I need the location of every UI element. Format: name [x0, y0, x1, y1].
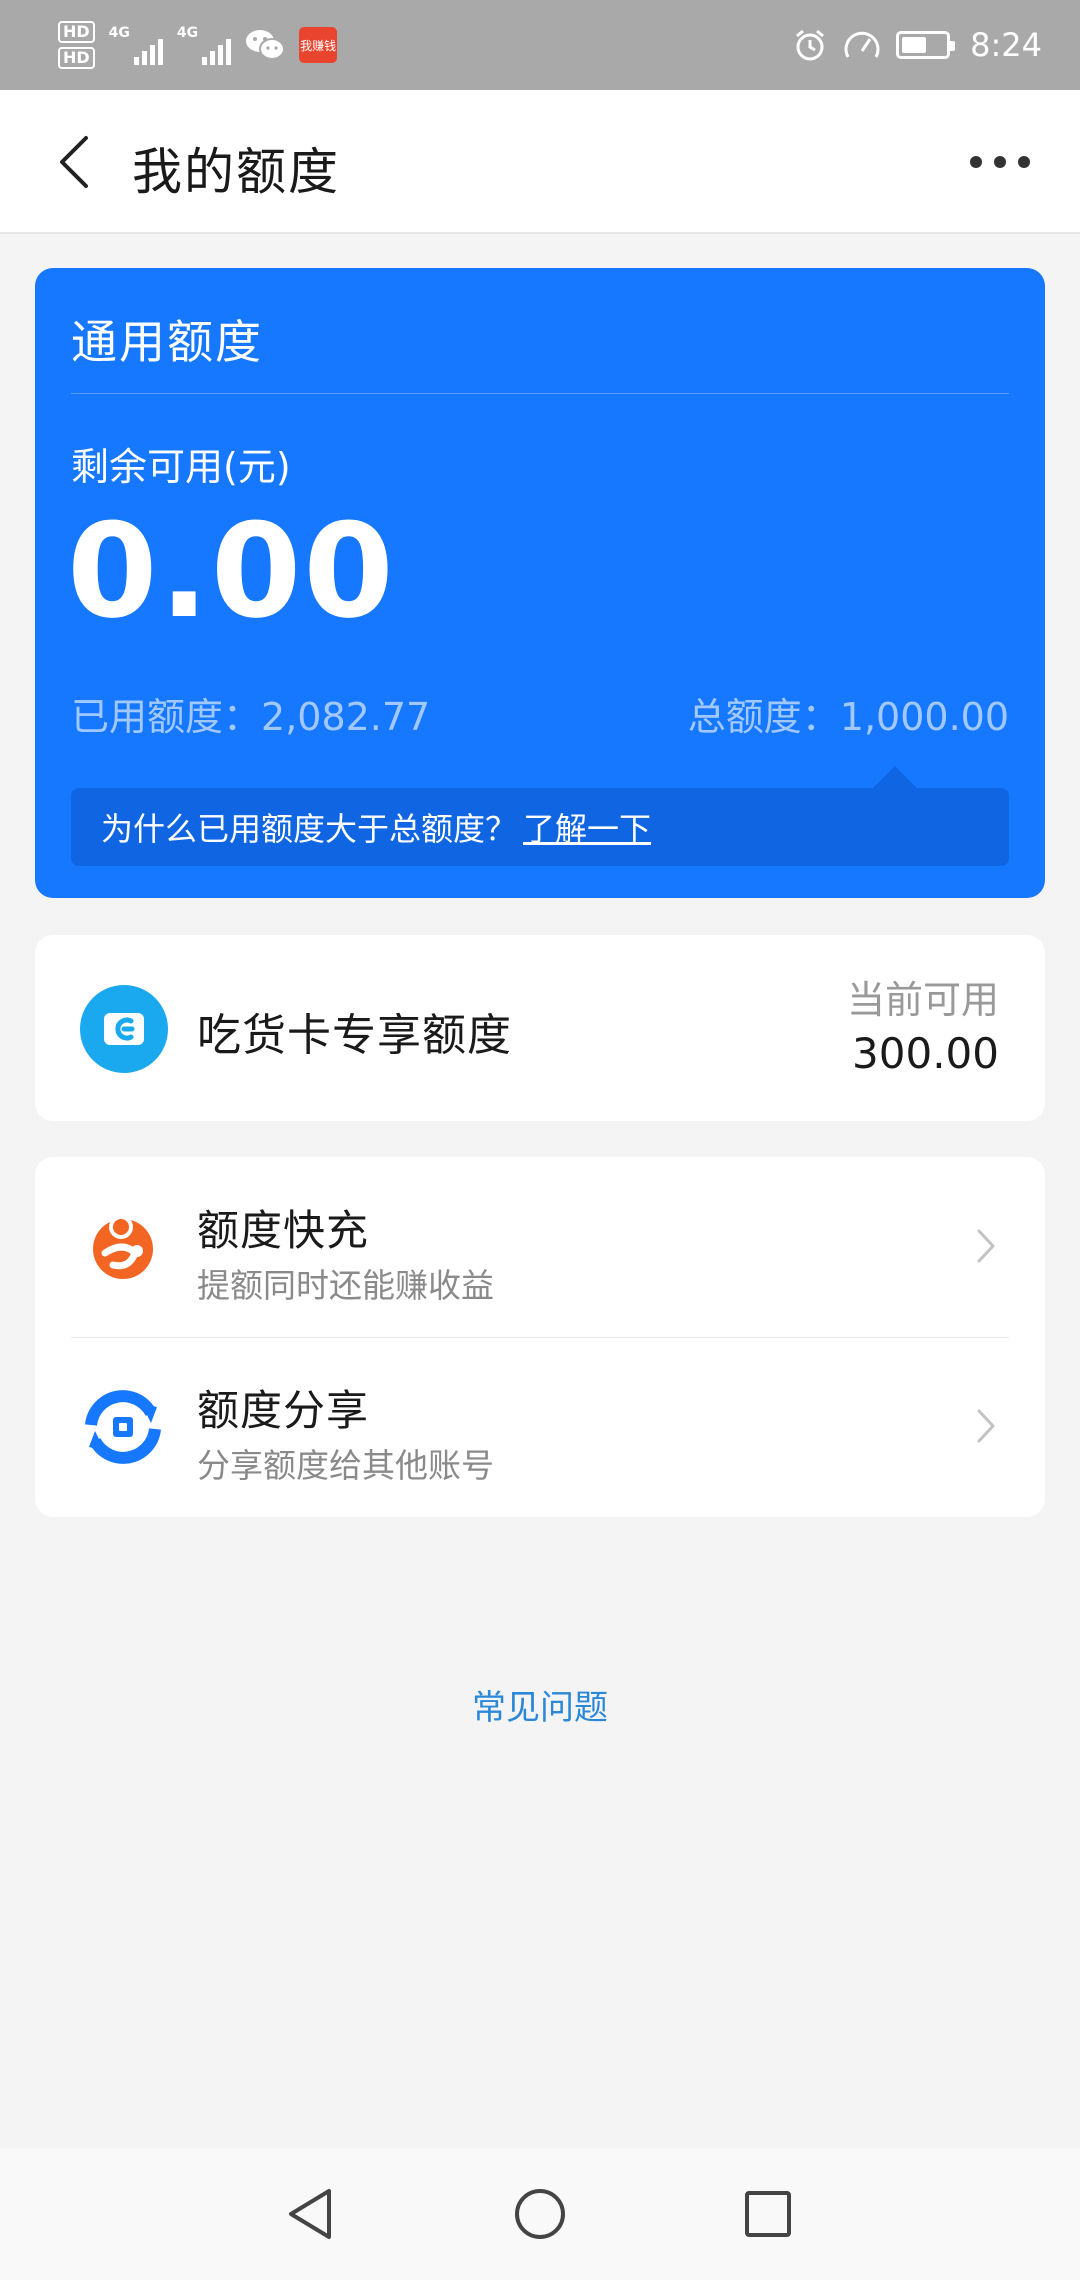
- total-label: 总额度：: [687, 695, 840, 739]
- signal-1: 4G: [109, 25, 163, 65]
- remain-value: 0.00: [67, 495, 396, 647]
- signal-2: 4G: [176, 25, 232, 65]
- quick-charge-title: 额度快充: [197, 1206, 370, 1255]
- speed-gauge-icon: [844, 31, 880, 58]
- total-quota: 总额度：1,000.00: [688, 686, 1009, 741]
- quota-share-title: 额度分享: [197, 1386, 370, 1435]
- list-item-quick-charge[interactable]: 额度快充 提额同时还能赚收益: [35, 1157, 1045, 1337]
- more-dot-icon: [1018, 156, 1030, 168]
- snack-card-icon: [80, 985, 168, 1073]
- snack-avail-label: 当前可用: [846, 978, 999, 1022]
- signal-bars-1-icon: [133, 39, 163, 65]
- tip-text: 为什么已用额度大于总额度？: [101, 810, 518, 848]
- triangle-back-icon: [289, 2189, 331, 2239]
- circle-home-icon: [515, 2189, 565, 2239]
- quota-tip-box: 为什么已用额度大于总额度？ 了解一下: [71, 766, 1009, 866]
- hd-indicator: HD HD: [58, 21, 95, 69]
- signal-bars-2-icon: [202, 39, 232, 65]
- snack-avail-value: 300.00: [852, 1029, 999, 1078]
- general-quota-card: 通用额度 剩余可用(元) 0.00 已用额度：2,082.77 总额度：1,00…: [35, 268, 1045, 898]
- quick-charge-icon: [79, 1203, 167, 1291]
- chevron-left-icon: [60, 136, 88, 188]
- app-header: 我的额度: [0, 90, 1080, 234]
- quick-charge-subtitle: 提额同时还能赚收益: [197, 1266, 494, 1305]
- network-type-2: 4G: [176, 25, 199, 41]
- more-dot-icon: [970, 156, 982, 168]
- wechat-icon: [246, 30, 286, 60]
- snack-card-title: 吃货卡专享额度: [197, 1010, 512, 1061]
- status-time: 8:24: [970, 26, 1042, 64]
- back-button[interactable]: [44, 130, 104, 194]
- snack-card-quota[interactable]: 吃货卡专享额度 当前可用 300.00: [35, 935, 1045, 1121]
- more-dot-icon: [994, 156, 1006, 168]
- remain-label: 剩余可用(元): [71, 445, 291, 489]
- square-recents-icon: [745, 2191, 791, 2237]
- app-notification-icon: 我赚钱: [299, 27, 338, 63]
- hd-1-icon: HD: [58, 21, 95, 43]
- quota-share-icon: [79, 1383, 167, 1471]
- used-quota: 已用额度：2,082.77: [71, 686, 430, 741]
- list-item-quota-share[interactable]: 额度分享 分享额度给其他账号: [35, 1337, 1045, 1517]
- faq-link[interactable]: 常见问题: [0, 1680, 1080, 1729]
- nav-home-button[interactable]: [510, 2184, 570, 2244]
- more-options-button[interactable]: [960, 142, 1040, 182]
- status-left: HD HD 4G 4G 我赚钱: [58, 21, 338, 69]
- quota-share-subtitle: 分享额度给其他账号: [197, 1446, 494, 1485]
- card-divider: [71, 393, 1009, 394]
- nav-back-button[interactable]: [280, 2184, 340, 2244]
- total-value: 1,000.00: [839, 695, 1009, 739]
- system-nav-bar: [0, 2148, 1080, 2280]
- network-type-1: 4G: [108, 25, 130, 41]
- nav-recents-button[interactable]: [738, 2184, 798, 2244]
- used-label: 已用额度：: [71, 695, 262, 739]
- card-title: 通用额度: [71, 315, 263, 369]
- used-value: 2,082.77: [261, 695, 431, 739]
- battery-icon: [896, 31, 956, 59]
- hd-2-icon: HD: [58, 47, 95, 69]
- page-title: 我的额度: [132, 143, 340, 201]
- alarm-icon: [796, 29, 825, 61]
- feature-list: 额度快充 提额同时还能赚收益 额度分享 分享额度给其他账号: [35, 1157, 1045, 1517]
- status-bar: HD HD 4G 4G 我赚钱 8:24: [0, 0, 1080, 90]
- chevron-right-icon: [971, 1401, 1001, 1451]
- chevron-right-icon: [971, 1221, 1001, 1271]
- status-right: 8:24: [792, 26, 1042, 64]
- learn-more-link[interactable]: 了解一下: [523, 804, 651, 850]
